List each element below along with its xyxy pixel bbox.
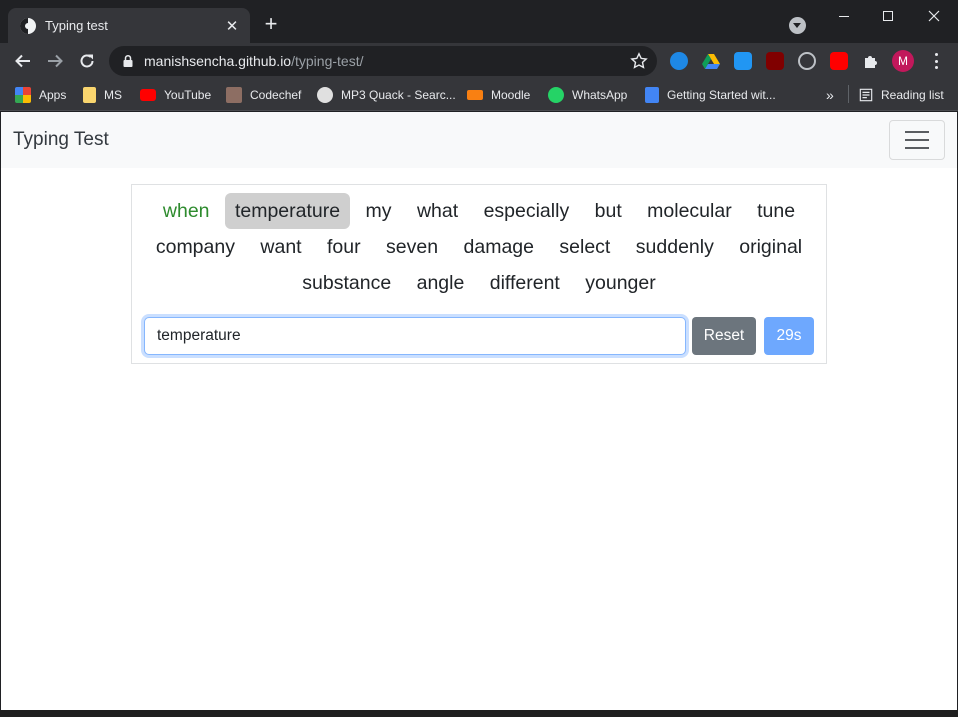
- docs-icon: [645, 87, 659, 103]
- typing-card: when temperature my what especially but …: [131, 184, 827, 364]
- app-navbar: Typing Test: [1, 112, 957, 168]
- reading-list-label: Reading list: [881, 88, 944, 102]
- bookmark-label: MP3 Quack - Searc...: [341, 88, 456, 102]
- word-token: especially: [483, 200, 570, 222]
- reading-list-icon: [859, 88, 873, 102]
- lock-icon: [123, 54, 133, 67]
- word-token: original: [739, 236, 803, 258]
- timer-badge: 29s: [764, 317, 814, 355]
- window-frame-left: [0, 112, 1, 710]
- yin-yang-favicon-icon: [20, 17, 36, 34]
- forward-arrow-icon: [48, 54, 63, 68]
- current-word: temperature: [224, 193, 351, 229]
- page-viewport: Typing Test when temperature my what esp…: [1, 112, 957, 710]
- ublock-origin-icon[interactable]: [766, 52, 784, 70]
- tab-strip: Typing test ✕ +: [0, 0, 958, 43]
- word-token: when: [162, 200, 210, 222]
- maximize-window-button[interactable]: [865, 0, 911, 32]
- hamburger-icon: [905, 131, 929, 133]
- word-token: different: [489, 272, 560, 294]
- bookmark-label: Apps: [39, 88, 67, 102]
- edge-extension-icon[interactable]: [670, 52, 688, 70]
- word-token: molecular: [647, 200, 732, 222]
- taskbar: [0, 710, 958, 717]
- bookmarks-divider: [848, 85, 849, 103]
- reading-list-button[interactable]: Reading list: [859, 85, 944, 105]
- tab-title: Typing test: [45, 18, 108, 33]
- apps-grid-icon: [15, 87, 31, 103]
- minimize-window-button[interactable]: [821, 0, 867, 32]
- url-path: /typing-test/: [291, 53, 364, 69]
- minimize-icon: [839, 15, 849, 17]
- bookmark-whatsapp[interactable]: WhatsApp: [548, 85, 627, 105]
- reload-button[interactable]: [75, 49, 99, 73]
- tab-close-icon[interactable]: ✕: [222, 16, 242, 36]
- browser-tab[interactable]: Typing test ✕: [8, 8, 250, 43]
- typing-input[interactable]: [144, 317, 686, 355]
- close-window-button[interactable]: [911, 0, 957, 32]
- word-token: but: [594, 200, 622, 222]
- word-token: what: [416, 200, 459, 222]
- bookmark-label: Codechef: [250, 88, 302, 102]
- word-token: company: [155, 236, 235, 258]
- word-token: damage: [463, 236, 534, 258]
- bookmark-mp3quack[interactable]: MP3 Quack - Searc...: [317, 85, 456, 105]
- word-token: tune: [757, 200, 796, 222]
- word-list: when temperature my what especially but …: [132, 193, 826, 301]
- word-token: select: [559, 236, 611, 258]
- bookmark-label: Getting Started wit...: [667, 88, 776, 102]
- maximize-icon: [883, 11, 893, 21]
- bookmark-ms[interactable]: MS: [83, 85, 122, 105]
- reset-button[interactable]: Reset: [692, 317, 756, 355]
- bookmark-label: YouTube: [164, 88, 212, 102]
- word-token: substance: [302, 272, 392, 294]
- mp3quack-icon: [317, 87, 333, 103]
- bookmark-label: MS: [104, 88, 122, 102]
- url-host: manishsencha.github.io: [144, 53, 292, 69]
- browser-toolbar: manishsencha.github.io/typing-test/ M: [0, 43, 958, 79]
- bookmark-star-icon[interactable]: [630, 52, 648, 70]
- bookmark-label: WhatsApp: [572, 88, 628, 102]
- word-token: seven: [386, 236, 439, 258]
- url-text: manishsencha.github.io/typing-test/: [144, 53, 363, 69]
- moodle-icon: [467, 90, 483, 100]
- reload-icon: [80, 54, 94, 68]
- bookmarks-overflow-icon[interactable]: »: [826, 85, 834, 105]
- extensions-puzzle-icon[interactable]: [862, 52, 880, 70]
- bookmark-label: Moodle: [491, 88, 531, 102]
- back-button[interactable]: [11, 49, 35, 73]
- app-brand[interactable]: Typing Test: [13, 129, 109, 151]
- word-token: want: [260, 236, 302, 258]
- browser-menu-icon[interactable]: [932, 52, 940, 70]
- bookmark-codechef[interactable]: Codechef: [226, 85, 301, 105]
- bookmark-moodle[interactable]: Moodle: [467, 85, 530, 105]
- word-token: suddenly: [635, 236, 714, 258]
- word-token: four: [327, 236, 361, 258]
- folder-icon: [83, 87, 96, 103]
- tab-search-icon[interactable]: [789, 17, 806, 34]
- bookmark-apps[interactable]: Apps: [15, 85, 66, 105]
- bookmark-getting-started[interactable]: Getting Started wit...: [645, 85, 776, 105]
- youtube-extension-icon[interactable]: [830, 52, 848, 70]
- whatsapp-icon: [548, 87, 564, 103]
- word-token: younger: [585, 272, 656, 294]
- word-token: angle: [416, 272, 465, 294]
- codechef-icon: [226, 87, 242, 103]
- target-extension-icon[interactable]: [798, 52, 816, 70]
- address-bar[interactable]: manishsencha.github.io/typing-test/: [109, 46, 657, 76]
- s-extension-icon[interactable]: [734, 52, 752, 70]
- navbar-toggler-button[interactable]: [889, 120, 945, 160]
- close-icon: [928, 10, 940, 22]
- back-arrow-icon: [15, 54, 30, 68]
- profile-avatar[interactable]: M: [892, 50, 914, 72]
- new-tab-icon[interactable]: +: [260, 13, 282, 36]
- google-drive-icon[interactable]: [702, 52, 720, 70]
- youtube-icon: [140, 89, 156, 101]
- bookmark-youtube[interactable]: YouTube: [140, 85, 211, 105]
- word-token: my: [365, 200, 392, 222]
- forward-button[interactable]: [43, 49, 67, 73]
